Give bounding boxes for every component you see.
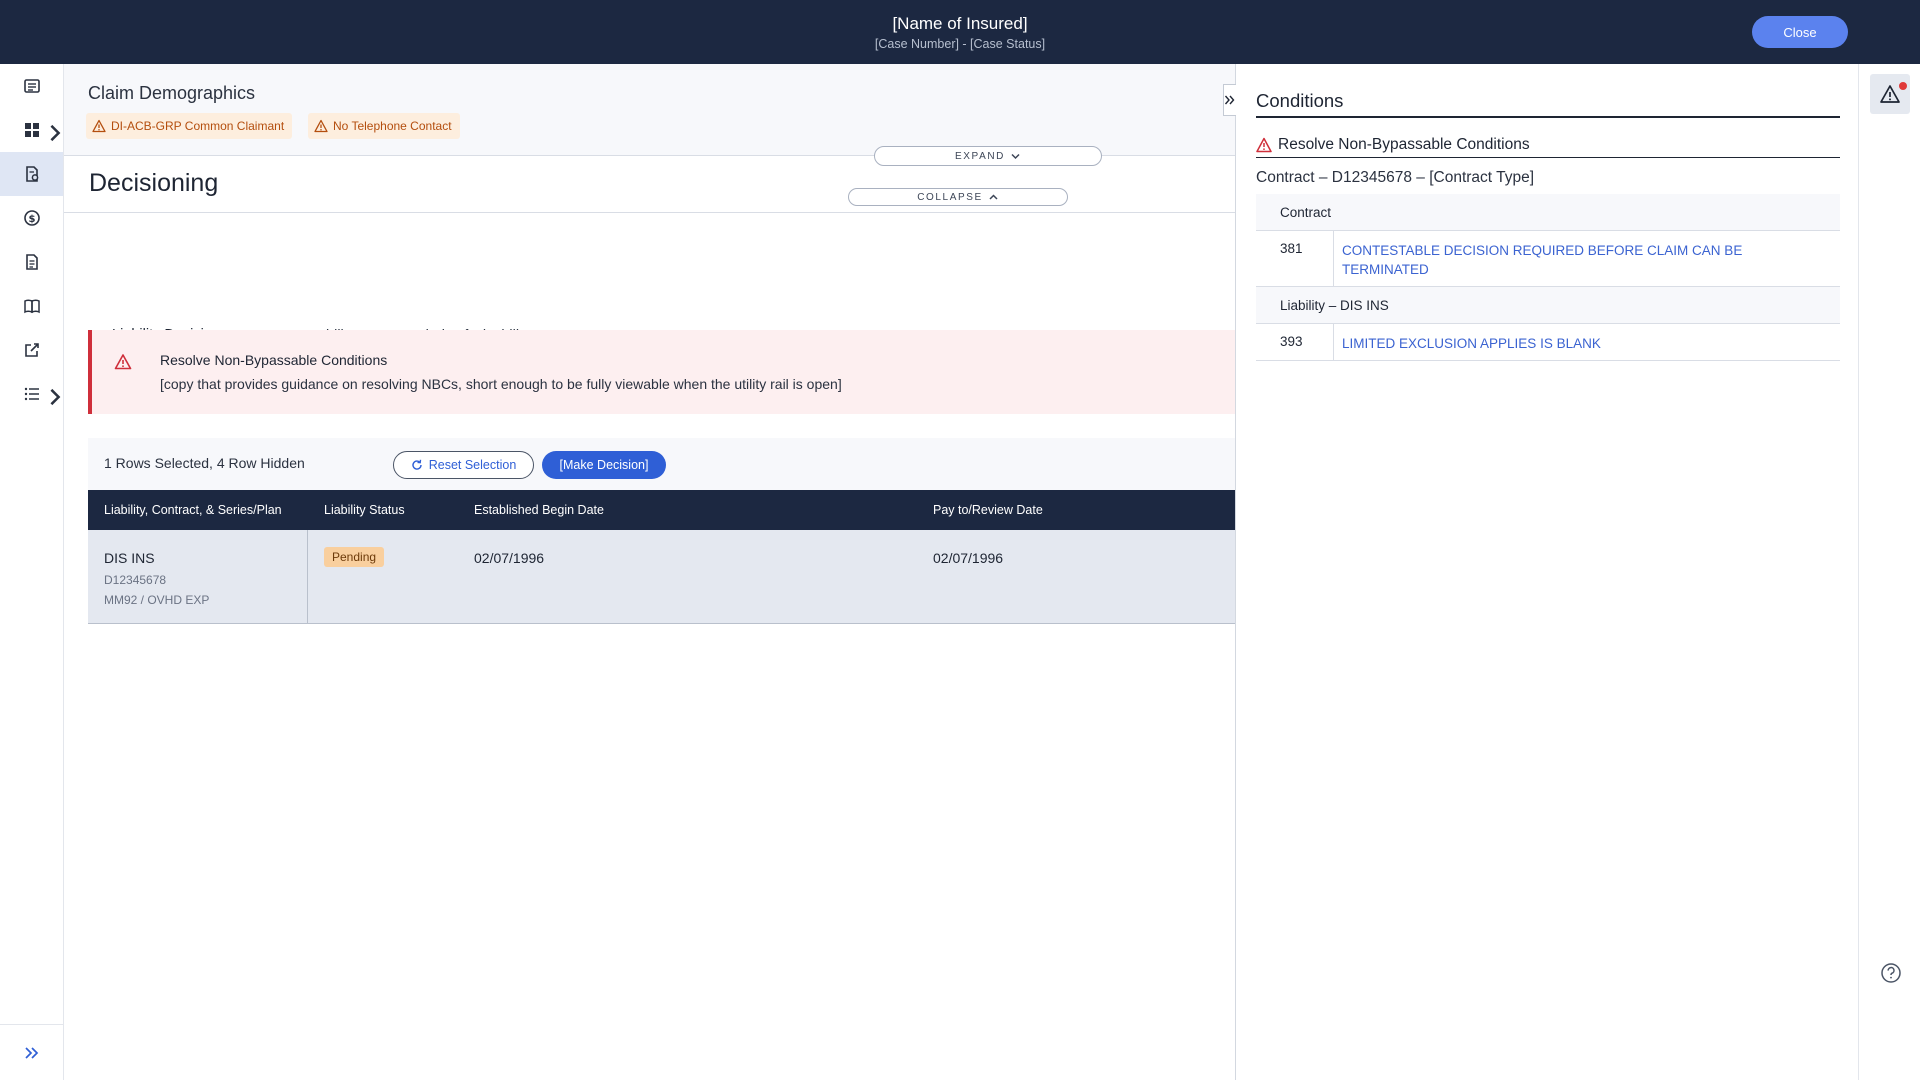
rail-item-list[interactable] [0, 64, 63, 108]
dollar-icon: $ [23, 210, 40, 226]
list-icon [23, 79, 40, 93]
reset-selection-button[interactable]: Reset Selection [393, 451, 534, 479]
expand-label: EXPAND [955, 150, 1005, 162]
condition-link[interactable]: CONTESTABLE DECISION REQUIRED BEFORE CLA… [1334, 231, 1840, 286]
liability-table: Liability, Contract, & Series/Plan Liabi… [88, 490, 1236, 624]
review-date: 02/07/1996 [933, 550, 1004, 566]
left-nav-rail: $ [0, 64, 64, 1080]
panel-subtitle-text: Resolve Non-Bypassable Conditions [1278, 136, 1530, 153]
rail-item-external[interactable] [0, 328, 63, 372]
collapse-label: COLLAPSE [917, 191, 983, 203]
app-header: [Name of Insured] [Case Number] - [Case … [0, 0, 1920, 64]
warning-icon [314, 119, 328, 133]
section-divider [64, 212, 1236, 213]
warning-icon [114, 354, 132, 370]
conditions-utility-button[interactable] [1870, 74, 1910, 114]
conditions-panel: Conditions Resolve Non-Bypassable Condit… [1236, 64, 1858, 1080]
condition-group-header: Liability – DIS INS [1256, 287, 1840, 324]
rail-item-documents[interactable] [0, 240, 63, 284]
rail-item-library[interactable] [0, 284, 63, 328]
expand-nav-button[interactable] [0, 1024, 63, 1080]
warning-icon [1256, 137, 1272, 153]
condition-link[interactable]: LIMITED EXCLUSION APPLIES IS BLANK [1334, 324, 1840, 360]
warning-icon [92, 119, 106, 133]
badge-label: DI-ACB-GRP Common Claimant [111, 119, 285, 133]
document-search-icon [25, 166, 38, 182]
chevron-up-icon [989, 193, 998, 200]
make-decision-button[interactable]: [Make Decision] [542, 451, 666, 479]
warning-badge: DI-ACB-GRP Common Claimant [86, 113, 293, 139]
column-header[interactable]: Pay to/Review Date [933, 490, 1043, 530]
begin-date: 02/07/1996 [474, 550, 545, 566]
table-header: Liability, Contract, & Series/Plan Liabi… [88, 490, 1236, 530]
bullet-list-icon [24, 387, 39, 401]
demographics-title: Claim Demographics [88, 83, 256, 103]
status-badge: Pending [324, 547, 385, 567]
column-header[interactable]: Liability, Contract, & Series/Plan [104, 490, 282, 530]
selection-bar: 1 Rows Selected, 4 Row Hidden Reset Sele… [88, 438, 1236, 490]
series-plan: MM92 / OVHD EXP [104, 593, 210, 607]
condition-code: 381 [1256, 231, 1334, 286]
badge-label: No Telephone Contact [333, 119, 452, 133]
selection-summary: 1 Rows Selected, 4 Row Hidden [104, 455, 305, 471]
panel-title-rule [1256, 116, 1840, 118]
page-title: Decisioning [89, 169, 219, 197]
condition-code: 393 [1256, 324, 1334, 360]
rail-item-more[interactable] [0, 372, 63, 416]
help-icon [1881, 963, 1901, 983]
panel-subtitle-rule [1256, 157, 1840, 158]
panel-subtitle: Resolve Non-Bypassable Conditions [1256, 136, 1530, 154]
notification-dot [1899, 82, 1907, 90]
refresh-icon [412, 459, 422, 470]
rail-item-decisioning[interactable] [0, 152, 63, 196]
collapse-panel-button[interactable] [1223, 84, 1237, 116]
table-row[interactable]: DIS INS D12345678 MM92 / OVHD EXP Pendin… [88, 530, 1236, 624]
collapse-button[interactable]: COLLAPSE [848, 188, 1068, 206]
main-content: Claim Demographics DI-ACB-GRP Common Cla… [64, 64, 1236, 1080]
condition-row: 381 CONTESTABLE DECISION REQUIRED BEFORE… [1256, 231, 1840, 287]
condition-group-header: Contract [1256, 194, 1840, 231]
double-chevron-right-icon [24, 1046, 38, 1059]
close-button[interactable]: Close [1752, 16, 1848, 48]
svg-text:$: $ [28, 214, 35, 225]
conditions-table: Contract 381 CONTESTABLE DECISION REQUIR… [1256, 194, 1840, 361]
column-header[interactable]: Established Begin Date [474, 490, 604, 530]
panel-title: Conditions [1256, 90, 1344, 111]
chevron-right-icon [50, 388, 61, 406]
liability-name: DIS INS [104, 550, 155, 566]
double-chevron-right-icon [1224, 95, 1235, 105]
external-link-icon [24, 343, 39, 357]
utility-rail [1858, 64, 1920, 1080]
liability-cell: DIS INS D12345678 MM92 / OVHD EXP [88, 530, 308, 624]
condition-row: 393 LIMITED EXCLUSION APPLIES IS BLANK [1256, 324, 1840, 361]
contract-line: Contract – D12345678 – [Contract Type] [1256, 169, 1535, 186]
help-button[interactable] [1879, 961, 1903, 985]
alert-title: Resolve Non-Bypassable Conditions [160, 352, 388, 368]
nbc-alert: Resolve Non-Bypassable Conditions [copy … [88, 330, 1236, 414]
warning-icon [1880, 85, 1900, 103]
rail-item-payments[interactable]: $ [0, 196, 63, 240]
alert-body: [copy that provides guidance on resolvin… [160, 376, 842, 392]
expand-button[interactable]: EXPAND [874, 146, 1102, 166]
file-text-icon [25, 254, 38, 270]
column-header[interactable]: Liability Status [324, 490, 405, 530]
rail-item-grid[interactable] [0, 108, 63, 152]
insured-name: [Name of Insured] [892, 14, 1028, 33]
grid-icon [24, 123, 39, 137]
warning-badge: No Telephone Contact [308, 113, 460, 139]
contract-number: D12345678 [104, 573, 167, 587]
claim-demographics: Claim Demographics DI-ACB-GRP Common Cla… [64, 64, 1236, 156]
case-subtitle: [Case Number] - [Case Status] [874, 37, 1046, 51]
reset-selection-label: Reset Selection [428, 458, 517, 472]
book-icon [23, 299, 40, 314]
chevron-right-icon [50, 124, 61, 142]
chevron-down-icon [1011, 153, 1020, 159]
